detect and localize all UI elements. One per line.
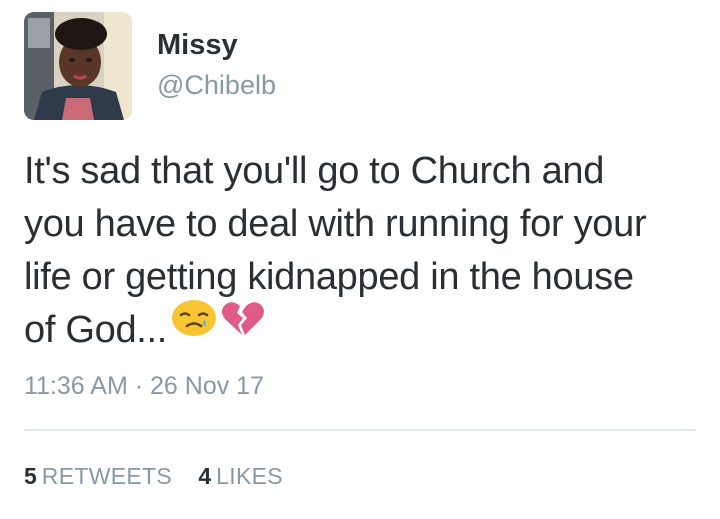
retweets-count: 5 — [24, 463, 37, 489]
tweet-card: Missy @Chibelb It's sad that you'll go t… — [0, 0, 720, 519]
tweet-stats: 5 RETWEETS 4 LIKES — [24, 463, 303, 490]
sad-crying-face-icon — [171, 299, 217, 352]
user-handle[interactable]: @Chibelb — [157, 68, 276, 102]
meta-separator: · — [134, 372, 144, 400]
tweet-date: 26 Nov 17 — [150, 372, 264, 400]
avatar[interactable] — [24, 12, 132, 120]
author-block: Missy @Chibelb — [157, 27, 276, 102]
likes-stat[interactable]: 4 LIKES — [198, 463, 283, 490]
tweet-text-line: It's sad that you'll go to Church and — [24, 150, 605, 192]
likes-label: LIKES — [216, 463, 283, 489]
likes-count: 4 — [198, 463, 212, 489]
display-name[interactable]: Missy — [157, 27, 276, 63]
broken-heart-icon — [221, 299, 265, 352]
retweets-label: RETWEETS — [41, 463, 172, 489]
divider — [24, 429, 696, 431]
avatar-image — [24, 12, 132, 120]
tweet-timestamp[interactable]: 11:36 AM · 26 Nov 17 — [24, 372, 264, 401]
tweet-time: 11:36 AM — [24, 372, 128, 400]
tweet-text-line-last: of God... — [24, 300, 704, 358]
retweets-stat[interactable]: 5 RETWEETS — [24, 463, 172, 490]
tweet-text-line: life or getting kidnapped in the house — [24, 256, 634, 298]
tweet-text: It's sad that you'll go to Church and yo… — [24, 145, 704, 358]
tweet-text-line: you have to deal with running for your — [24, 203, 647, 245]
tweet-text-line: of God... — [24, 309, 168, 351]
